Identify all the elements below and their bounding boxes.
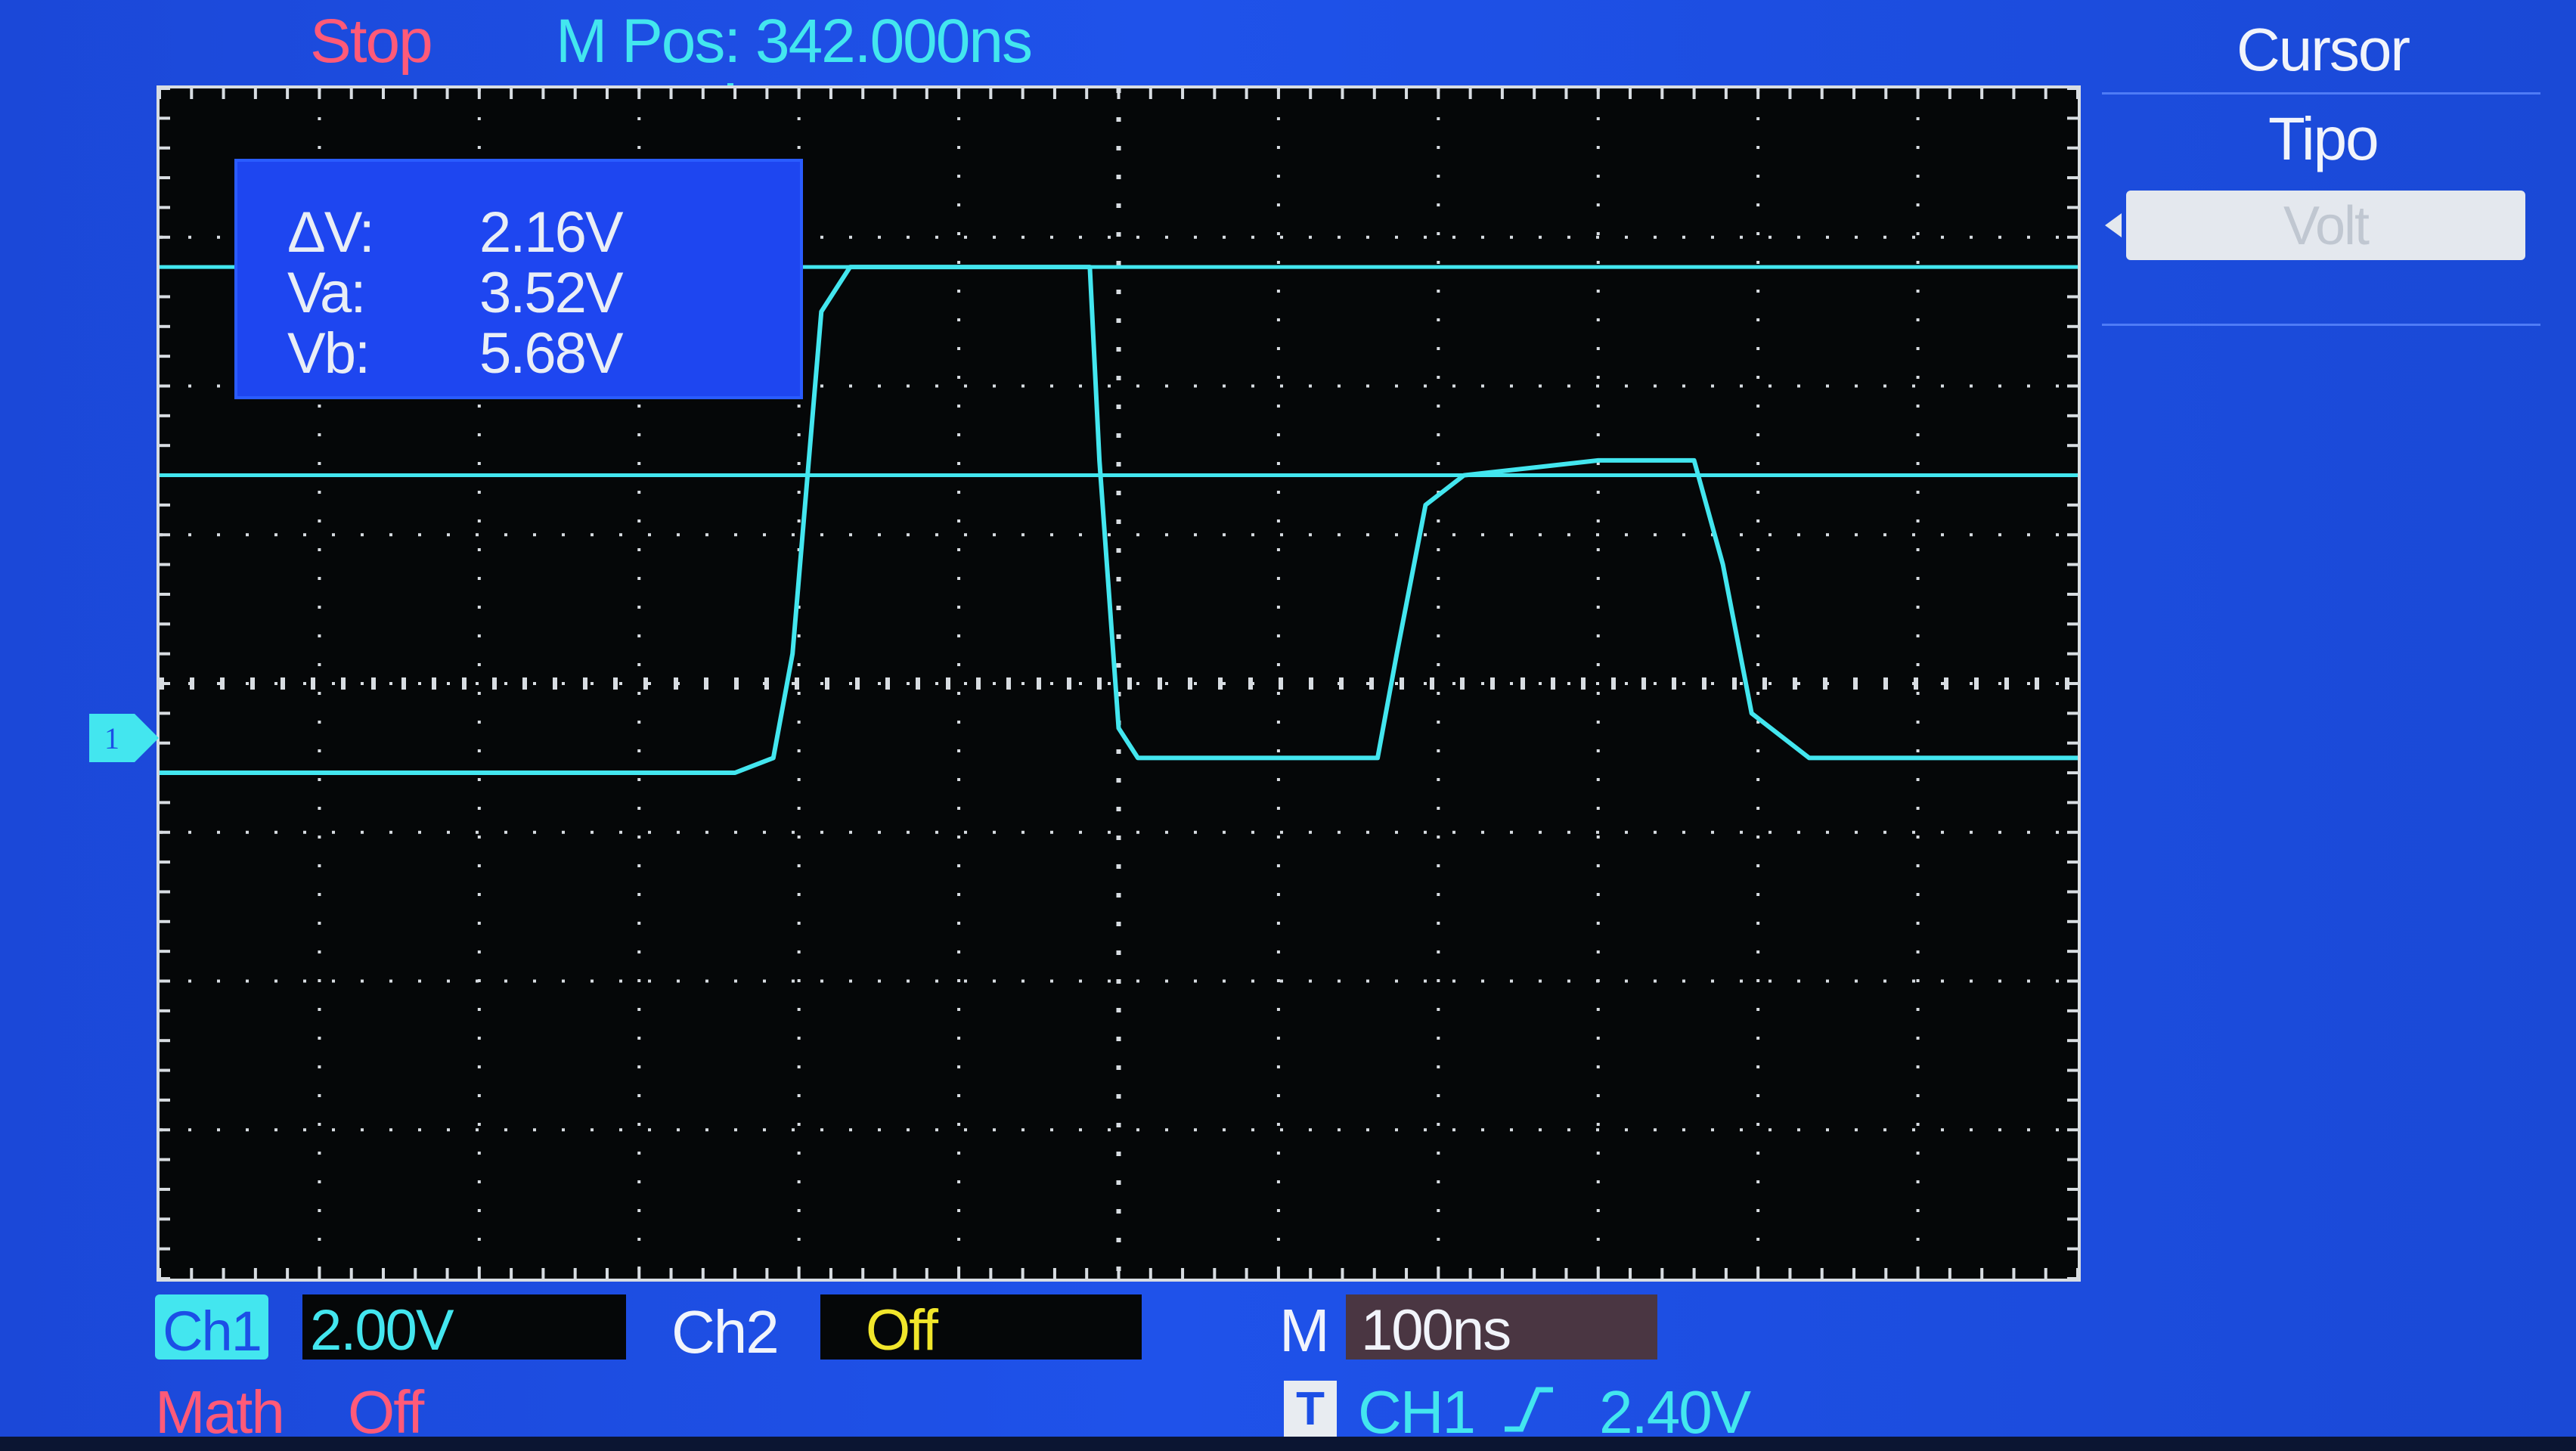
trigger-badge-label: T xyxy=(1296,1383,1325,1435)
vb-value: 5.68V xyxy=(479,321,624,386)
menu-title-cursor[interactable]: Cursor xyxy=(2237,15,2410,85)
ch1-ground-marker-icon: 1 xyxy=(89,714,159,762)
selection-pointer-icon xyxy=(2105,213,2122,237)
ch1-tag-label: Ch1 xyxy=(163,1300,262,1363)
oscilloscope-screen: Stop M Pos: 342.000ns 1 ΔV: 2.16V Va: 3.… xyxy=(0,0,2576,1451)
trigger-badge: T xyxy=(1284,1381,1337,1437)
delta-v-label: ΔV: xyxy=(287,200,375,265)
ch1-tag[interactable]: Ch1 xyxy=(155,1294,268,1363)
cursor-readout-panel: ΔV: 2.16V Va: 3.52V Vb: 5.68V xyxy=(234,159,803,399)
menu-divider xyxy=(2102,92,2540,95)
ch2-state-box: Off xyxy=(820,1294,1142,1363)
menu-item-tipo[interactable]: Tipo xyxy=(2268,104,2379,174)
screen-bezel xyxy=(0,1437,2576,1451)
delta-v-value: 2.16V xyxy=(479,200,624,265)
ch1-scale-box: 2.00V xyxy=(302,1294,626,1363)
ch2-state-value: Off xyxy=(866,1298,938,1363)
tipo-volt-label: Volt xyxy=(2283,196,2370,256)
ch1-scale-value: 2.00V xyxy=(310,1298,454,1363)
m-pos-value: 342.000ns xyxy=(755,7,1033,76)
vb-label: Vb: xyxy=(287,321,370,386)
va-value: 3.52V xyxy=(479,261,624,325)
run-state-label: Stop xyxy=(310,7,433,76)
m-pos-readout: M Pos: 342.000ns xyxy=(556,6,1033,77)
rising-edge-icon xyxy=(1505,1387,1553,1432)
timebase-label: M xyxy=(1279,1297,1330,1364)
va-label: Va: xyxy=(287,261,366,325)
m-pos-label: M Pos: xyxy=(556,7,741,76)
ch2-label[interactable]: Ch2 xyxy=(671,1298,780,1367)
timebase-value: 100ns xyxy=(1361,1298,1511,1363)
timebase-box: 100ns xyxy=(1346,1294,1657,1363)
menu-divider xyxy=(2102,324,2540,326)
top-status-bar: Stop M Pos: 342.000ns xyxy=(0,0,2087,83)
tipo-volt-option[interactable]: Volt xyxy=(2126,191,2525,260)
ch1-ground-marker-label: 1 xyxy=(104,721,119,755)
